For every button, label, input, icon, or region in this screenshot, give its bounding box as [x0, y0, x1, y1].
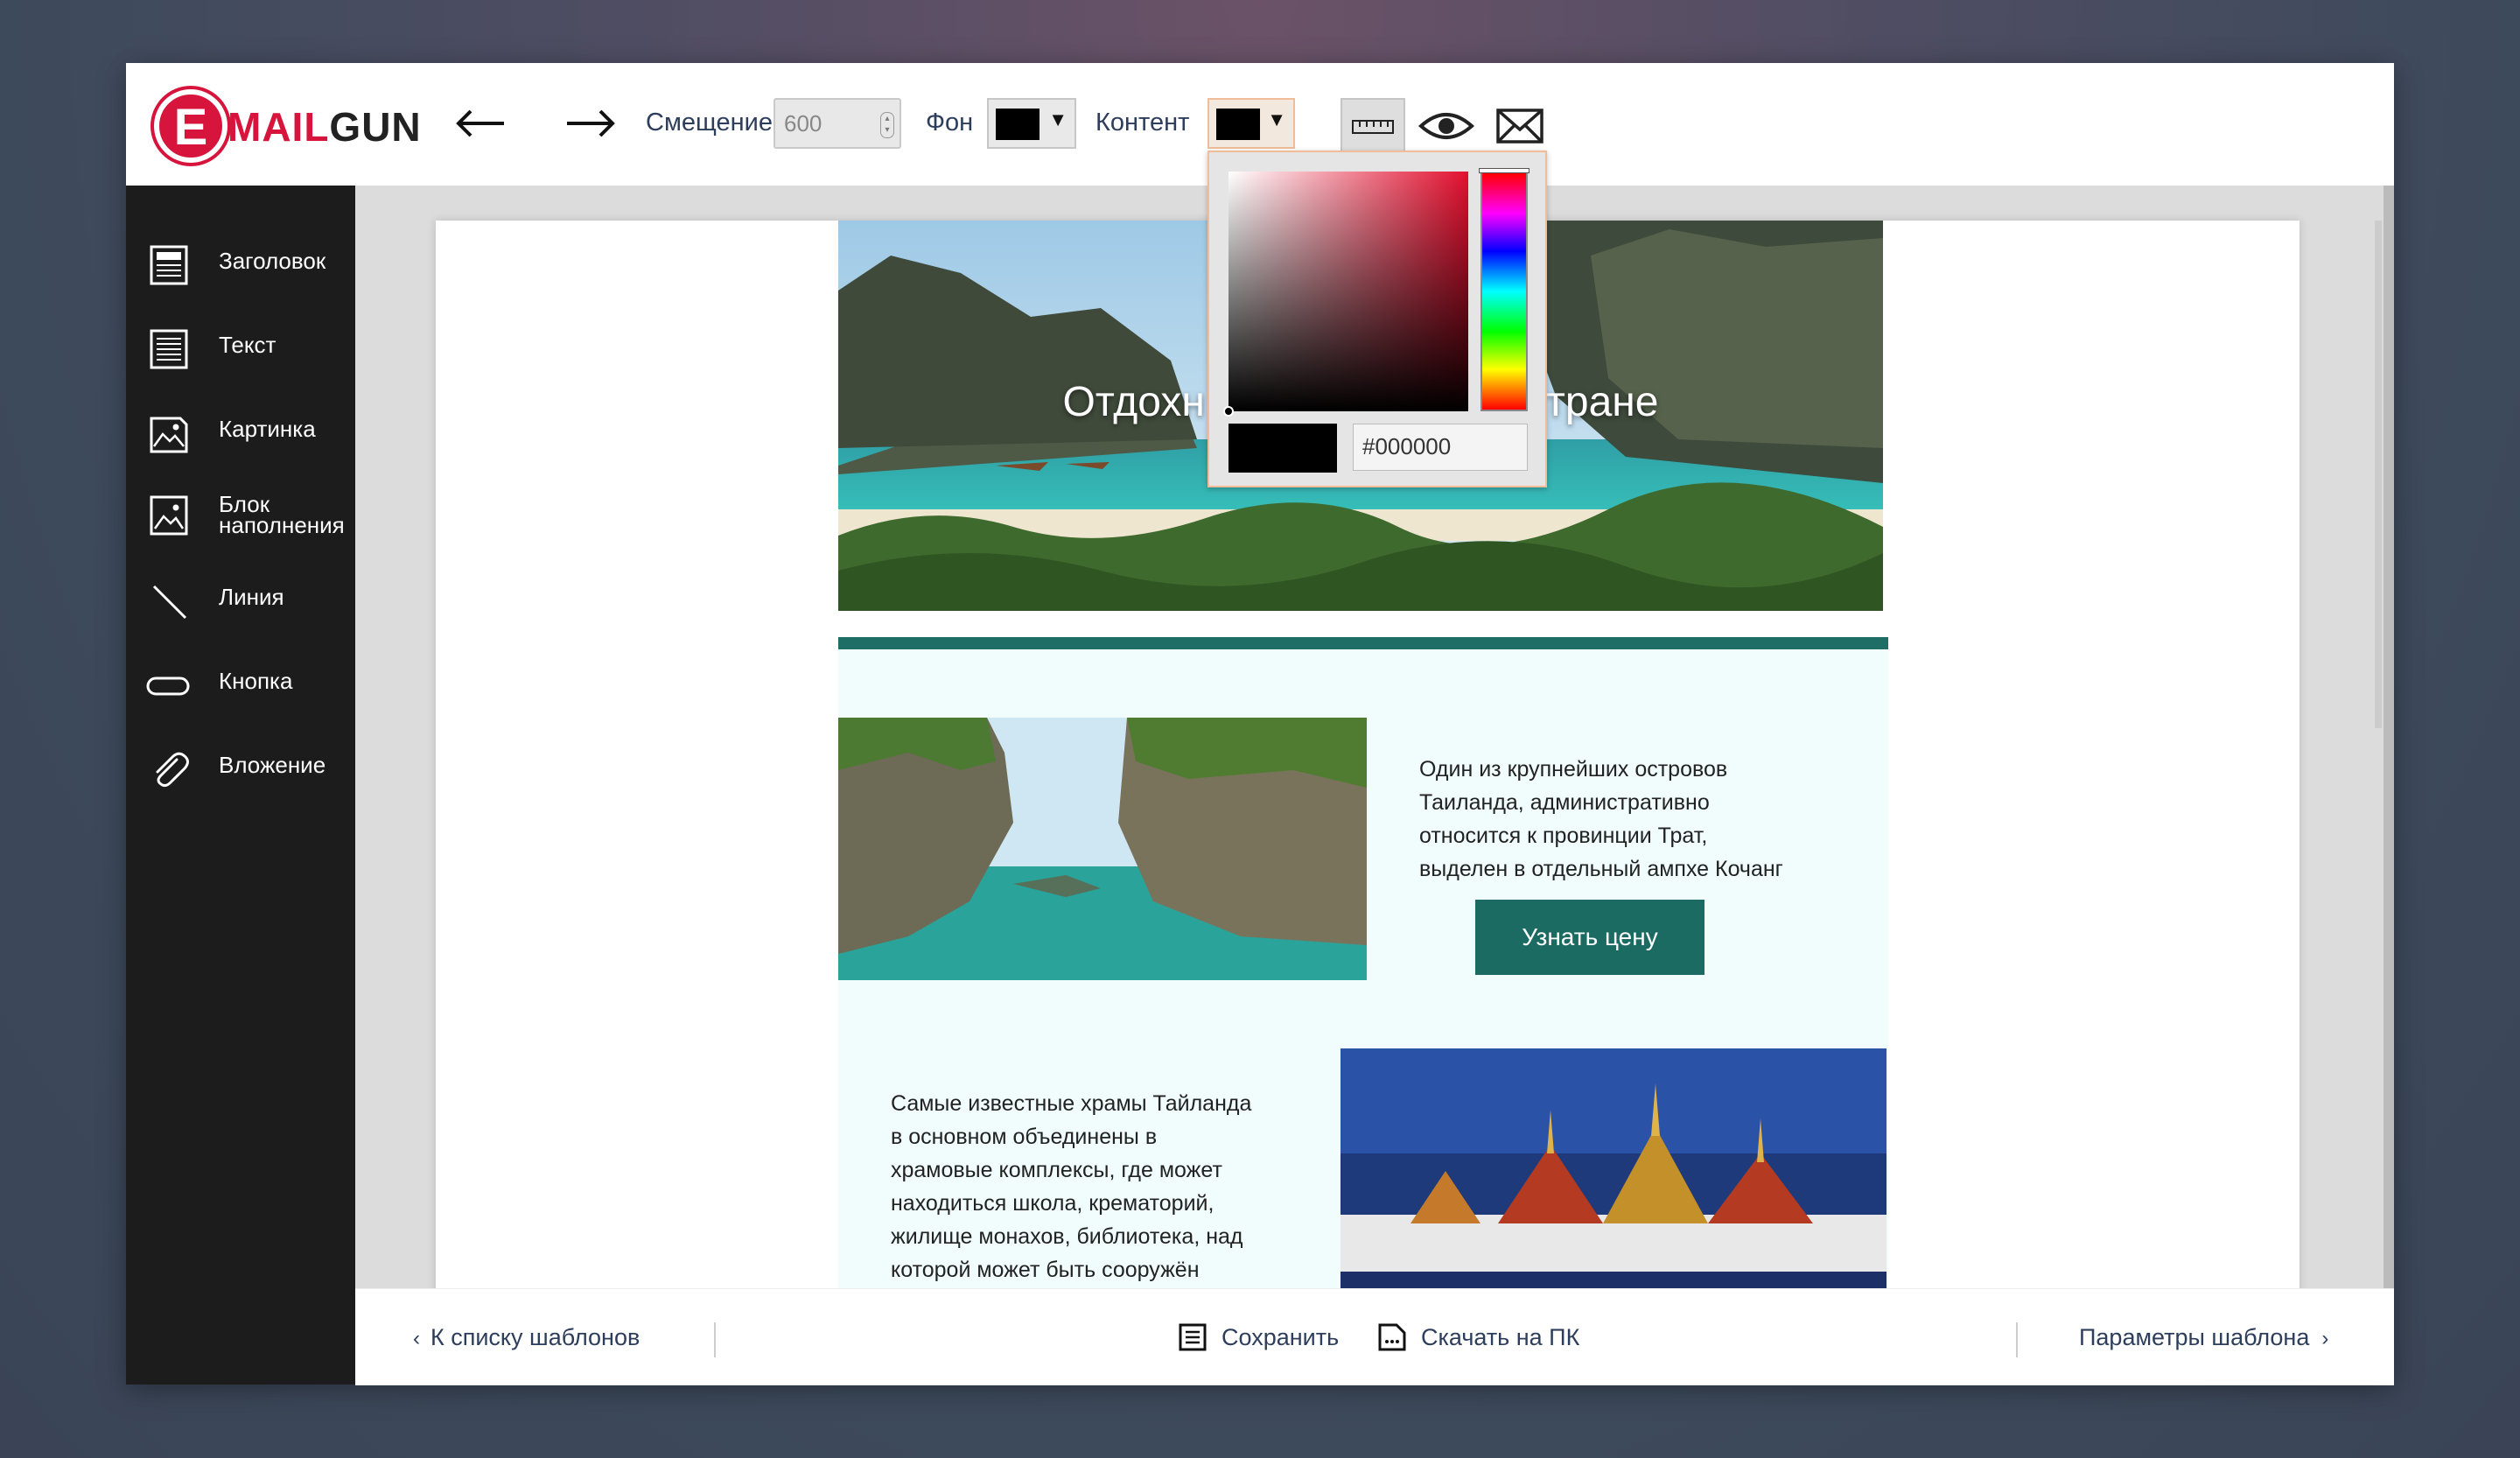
back-label: К списку шаблонов — [430, 1324, 640, 1350]
preview-eye-icon[interactable] — [1416, 98, 1477, 154]
offset-value: 600 — [784, 110, 822, 137]
offset-label: Смещение — [646, 109, 774, 137]
sidebar-item-label: Линия — [219, 584, 284, 610]
sidebar-item-label: Блок наполнения — [219, 491, 345, 538]
button-icon — [146, 676, 190, 696]
separator — [714, 1322, 716, 1357]
bg-color-picker[interactable]: ▼ — [987, 98, 1076, 149]
content-color-label: Контент — [1096, 109, 1190, 137]
logo-letter: E — [173, 99, 208, 156]
save-button[interactable]: Сохранить — [1222, 1324, 1339, 1351]
bg-color-swatch — [996, 109, 1040, 140]
saturation-value-area[interactable] — [1228, 172, 1468, 411]
sidebar-item-label: Текст — [219, 332, 276, 358]
vertical-scrollbar-track[interactable] — [2384, 186, 2394, 1288]
blocks-sidebar: Заголовок Текст Картинка Блок наполнения… — [126, 186, 355, 1384]
chevron-left-icon: ‹ — [413, 1327, 420, 1350]
params-label: Параметры шаблона — [2079, 1324, 2310, 1350]
heading-block-icon — [150, 245, 188, 285]
spacer-block[interactable] — [838, 649, 1888, 718]
send-mail-icon[interactable] — [1491, 98, 1549, 154]
bottom-bar: ‹ К списку шаблонов Сохранить Скачать на … — [355, 1288, 2394, 1385]
sidebar-item-heading[interactable]: Заголовок — [147, 238, 354, 291]
sidebar-item-label: Вложение — [219, 752, 326, 778]
fill-block-icon — [150, 495, 188, 536]
sv-marker[interactable] — [1223, 406, 1234, 417]
save-icon[interactable] — [1178, 1322, 1208, 1352]
emailgun-logo[interactable]: E MAILGUN — [154, 88, 421, 165]
sidebar-item-image[interactable]: Картинка — [147, 406, 354, 459]
sidebar-item-text[interactable]: Текст — [147, 322, 354, 375]
content-color-popup: #000000 — [1208, 151, 1547, 487]
chevron-right-icon: › — [2321, 1327, 2329, 1350]
block2-text[interactable]: Самые известные храмы Тайланда в основно… — [891, 1087, 1251, 1286]
hex-input[interactable]: #000000 — [1353, 424, 1528, 471]
sidebar-item-attachment[interactable]: Вложение — [147, 742, 354, 795]
hue-slider[interactable] — [1480, 172, 1528, 411]
logo-wordmark: MAILGUN — [228, 103, 422, 151]
hue-slider-handle[interactable] — [1479, 168, 1530, 173]
color-preview — [1228, 424, 1337, 473]
download-button[interactable]: Скачать на ПК — [1421, 1324, 1579, 1351]
logo-word-gun: GUN — [329, 104, 422, 150]
divider-line[interactable] — [838, 637, 1888, 649]
chevron-down-icon: ▼ — [1048, 109, 1068, 130]
separator — [2016, 1322, 2018, 1357]
spacer-block[interactable] — [838, 980, 1888, 1048]
hero-title-left: Отдохн — [1062, 379, 1205, 425]
app-window: E MAILGUN Смещение 600 ▴ ▾ Фон ▼ Контент … — [126, 63, 2394, 1385]
redo-arrow-icon[interactable] — [558, 102, 620, 145]
undo-arrow-icon[interactable] — [452, 102, 513, 145]
offset-input[interactable]: 600 ▴ ▾ — [774, 98, 901, 149]
line-icon — [152, 585, 187, 620]
image-block-icon — [150, 417, 188, 453]
ruler-icon — [1352, 120, 1394, 134]
bg-color-label: Фон — [926, 109, 974, 137]
content-color-picker[interactable]: ▼ — [1208, 98, 1295, 149]
text-block-icon — [150, 329, 188, 369]
block1-text[interactable]: Один из крупнейших островов Таиланда, ад… — [1419, 753, 1783, 886]
temple-image[interactable] — [1340, 1048, 1886, 1288]
get-price-button[interactable]: Узнать цену — [1475, 900, 1704, 975]
vertical-scrollbar-thumb[interactable] — [2375, 221, 2382, 728]
back-to-templates-link[interactable]: ‹ К списку шаблонов — [413, 1324, 640, 1351]
sidebar-item-button[interactable]: Кнопка — [146, 658, 354, 711]
content-color-swatch — [1216, 109, 1260, 140]
logo-badge: E — [154, 89, 228, 163]
sidebar-item-label: Кнопка — [219, 668, 293, 694]
sidebar-item-fill-block[interactable]: Блок наполнения — [147, 488, 354, 550]
chevron-down-icon: ▼ — [1267, 109, 1286, 130]
download-icon[interactable] — [1377, 1322, 1407, 1352]
sidebar-item-line[interactable]: Линия — [147, 574, 354, 627]
island-rocks-image[interactable] — [838, 718, 1367, 980]
offset-stepper-icon[interactable]: ▴ ▾ — [880, 112, 894, 138]
attachment-icon — [156, 752, 189, 788]
ruler-button[interactable] — [1340, 98, 1405, 154]
template-params-link[interactable]: Параметры шаблона › — [2079, 1324, 2328, 1351]
sidebar-item-label: Заголовок — [219, 248, 326, 274]
sidebar-item-label: Картинка — [219, 416, 316, 442]
hero-title-right: тране — [1545, 379, 1659, 425]
logo-word-mail: MAIL — [228, 104, 330, 150]
